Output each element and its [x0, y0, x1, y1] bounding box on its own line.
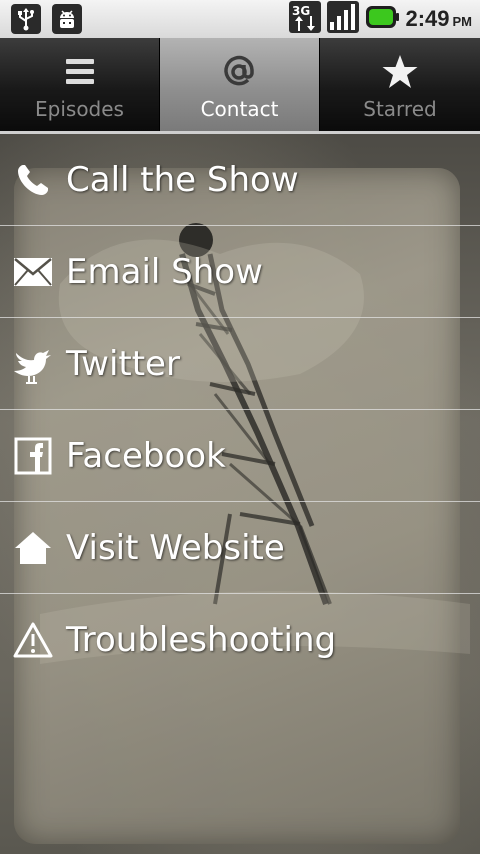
tab-contact[interactable]: Contact: [160, 38, 319, 131]
menu-item-label: Twitter: [66, 343, 180, 384]
menu-item-troubleshooting[interactable]: Troubleshooting: [0, 594, 480, 685]
home-icon: [0, 502, 66, 593]
network-type-text: 3G: [292, 4, 310, 18]
menu-item-label: Email Show: [66, 251, 263, 292]
tab-bar: Episodes Contact Starred: [0, 38, 480, 131]
menu-item-facebook[interactable]: Facebook: [0, 410, 480, 502]
warning-icon: [0, 594, 66, 685]
menu-item-visit-website[interactable]: Visit Website: [0, 502, 480, 594]
tab-contact-label: Contact: [200, 97, 279, 121]
network-3g-icon: 3G: [289, 1, 322, 37]
tab-starred[interactable]: Starred: [320, 38, 480, 131]
tab-episodes[interactable]: Episodes: [0, 38, 159, 131]
clock-time: 2:49: [405, 6, 450, 31]
battery-icon: [365, 4, 400, 34]
contact-menu: Call the Show Email Show Twitter Faceboo…: [0, 134, 480, 685]
facebook-icon: [0, 410, 66, 501]
menu-item-call-the-show[interactable]: Call the Show: [0, 134, 480, 226]
menu-item-email-show[interactable]: Email Show: [0, 226, 480, 318]
contact-content: Call the Show Email Show Twitter Faceboo…: [0, 134, 480, 854]
signal-strength-icon: [327, 1, 360, 37]
app-screen: 3G 2:49 PM Episodes Contact Starred Call…: [0, 0, 480, 854]
menu-item-twitter[interactable]: Twitter: [0, 318, 480, 410]
list-icon: [65, 53, 95, 91]
menu-item-label: Facebook: [66, 435, 226, 476]
status-icons: 3G 2:49 PM: [283, 0, 472, 38]
tab-episodes-label: Episodes: [35, 97, 124, 121]
status-bar: 3G 2:49 PM: [0, 0, 480, 39]
envelope-icon: [0, 226, 66, 317]
at-sign-icon: [221, 53, 259, 91]
menu-item-label: Troubleshooting: [66, 619, 337, 660]
clock-ampm: PM: [452, 14, 473, 29]
android-debug-icon: [52, 4, 82, 34]
phone-icon: [0, 134, 66, 225]
clock: 2:49 PM: [405, 6, 472, 32]
tab-starred-label: Starred: [363, 97, 437, 121]
bird-icon: [0, 318, 66, 409]
star-icon: [381, 53, 419, 91]
menu-item-label: Call the Show: [66, 159, 299, 200]
usb-icon: [11, 4, 41, 34]
menu-item-label: Visit Website: [66, 527, 285, 568]
